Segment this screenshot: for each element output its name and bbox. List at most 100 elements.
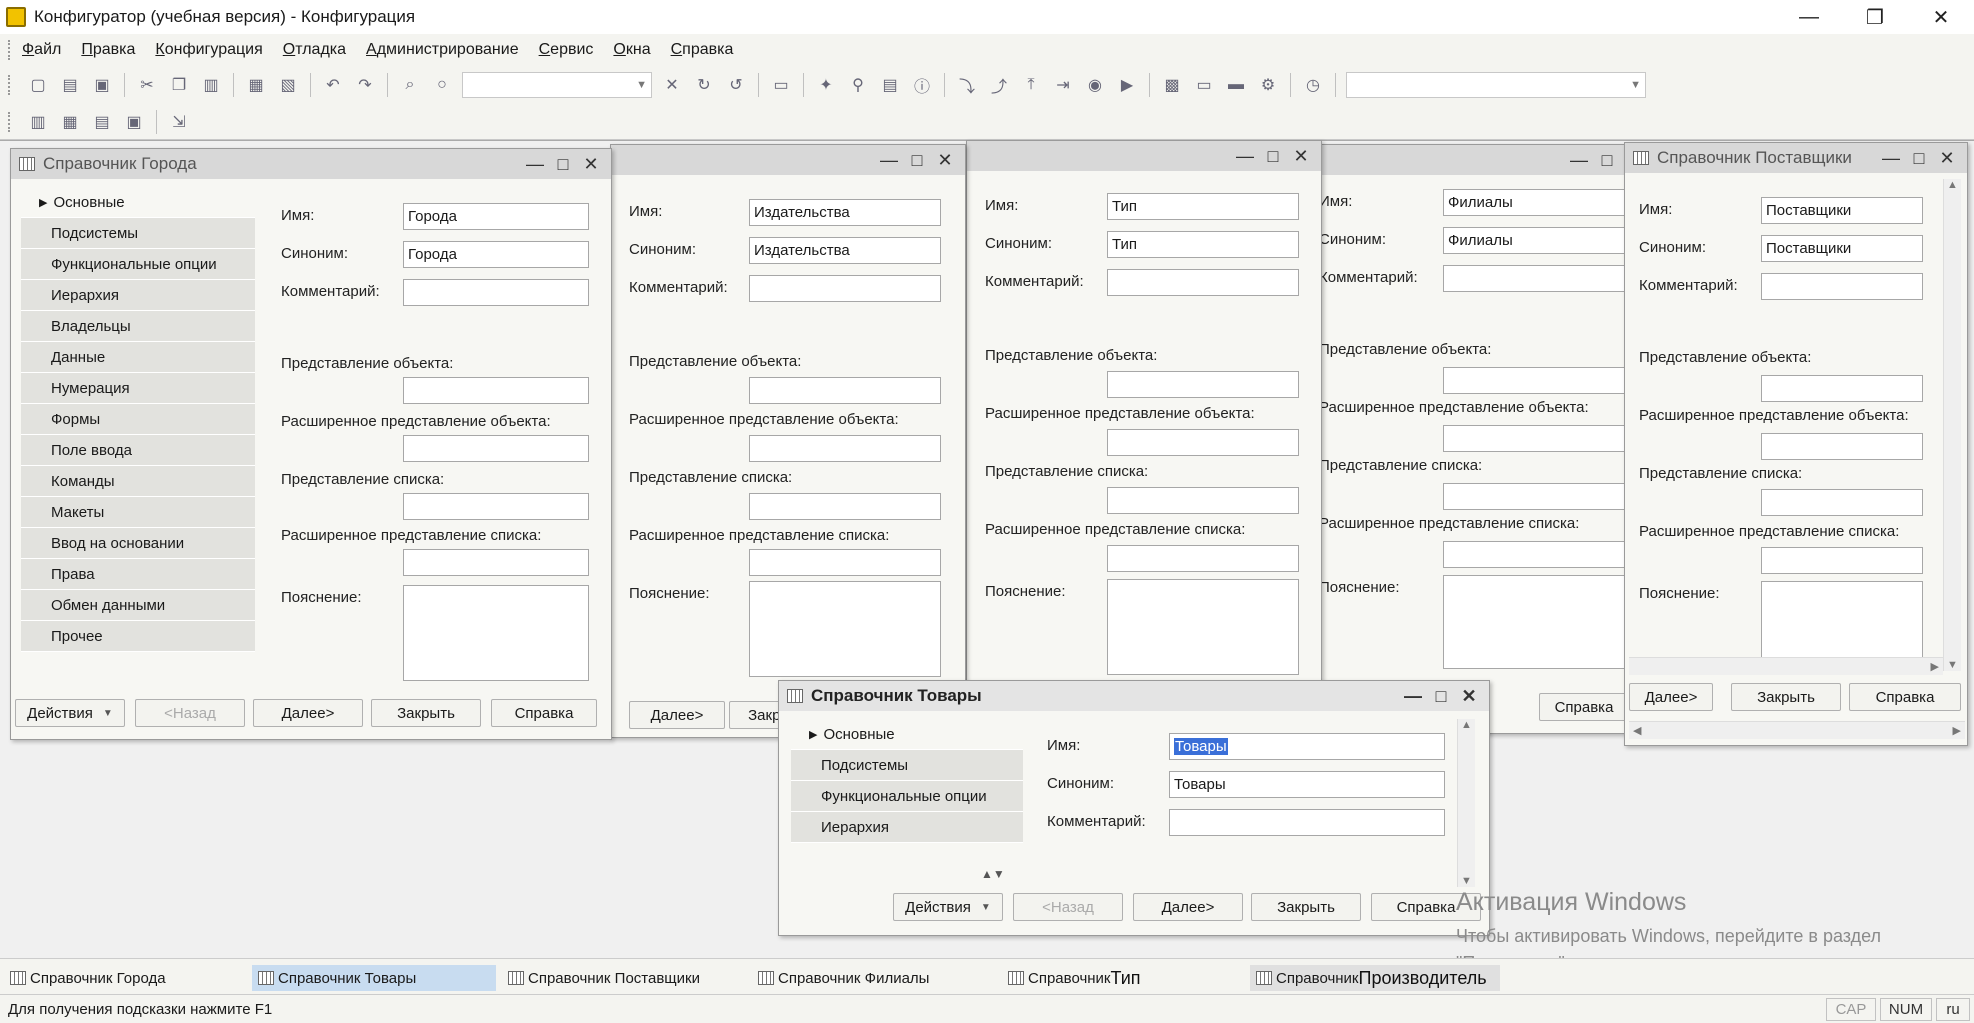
ext-list-repr-field[interactable] (1443, 541, 1627, 568)
next-button[interactable]: Далее> (629, 701, 725, 729)
explanation-field[interactable] (1107, 579, 1299, 675)
ext-list-repr-field[interactable] (749, 549, 941, 576)
menu-administration[interactable]: Администрирование (366, 41, 519, 59)
window-goroda[interactable]: Справочник Города —□✕ Основные Подсистем… (10, 148, 612, 740)
sidebar-item-functional-options[interactable]: Функциональные опции (791, 781, 1023, 812)
maximize-icon[interactable]: □ (903, 150, 931, 171)
minimize-icon[interactable]: — (521, 154, 549, 175)
task-filialy[interactable]: Справочник Филиалы (752, 965, 996, 991)
config-icon[interactable]: ▥ (27, 111, 49, 133)
sidebar-item-input-based-on[interactable]: Ввод на основании (21, 528, 255, 559)
list-repr-field[interactable] (749, 493, 941, 520)
sidebar-item-rights[interactable]: Права (21, 559, 255, 590)
undo-icon[interactable]: ↶ (322, 74, 344, 96)
close-button[interactable]: Закрыть (1251, 893, 1361, 921)
close-icon[interactable]: ✕ (577, 154, 605, 175)
name-field[interactable]: Тип (1107, 193, 1299, 220)
close-button[interactable]: Закрыть (1731, 683, 1841, 711)
maximize-icon[interactable]: □ (1427, 686, 1455, 707)
actions-button[interactable]: Действия ▼ (15, 699, 125, 727)
next-button[interactable]: Далее> (253, 699, 363, 727)
obj-repr-field[interactable] (1443, 367, 1627, 394)
scroll-up-icon[interactable]: ▲ (1947, 179, 1958, 191)
list-repr-field[interactable] (1761, 489, 1923, 516)
close-icon[interactable]: ✕ (1287, 146, 1315, 167)
next-button[interactable]: Далее> (1629, 683, 1713, 711)
window-icon[interactable]: ▭ (770, 74, 792, 96)
task-proizvoditel[interactable]: Справочник Производитель (1250, 965, 1500, 991)
window-filialy[interactable]: — □ Имя: Филиалы Синоним: Филиалы Коммент… (1318, 144, 1628, 734)
ext-obj-repr-field[interactable] (1761, 433, 1923, 460)
ext-obj-repr-field[interactable] (1107, 429, 1299, 456)
open-folder-icon[interactable]: ▤ (59, 74, 81, 96)
menu-configuration[interactable]: Конфигурация (155, 41, 262, 59)
minimize-icon[interactable]: — (1231, 146, 1259, 167)
breakpoint-icon[interactable]: ◉ (1084, 74, 1106, 96)
actions-button[interactable]: Действия ▼ (893, 893, 1003, 921)
vertical-scrollbar[interactable]: ▲ ▼ (1943, 179, 1961, 671)
help-button[interactable]: Справка (1539, 693, 1627, 721)
template-icon[interactable]: ▤ (879, 74, 901, 96)
window-tip[interactable]: — □ ✕ Имя: Тип Синоним: Тип Комментарий: П… (966, 140, 1322, 734)
next-button[interactable]: Далее> (1133, 893, 1243, 921)
scroll-down-icon[interactable]: ▼ (1947, 659, 1958, 671)
obj-repr-field[interactable] (1761, 375, 1923, 402)
step-out-icon[interactable]: ⤒ (1020, 74, 1042, 96)
menu-debug[interactable]: Отладка (283, 41, 346, 59)
sidebar-item-input-field[interactable]: Поле ввода (21, 435, 255, 466)
copy-icon[interactable]: ❐ (168, 74, 190, 96)
step-into-icon[interactable]: ⤵ (956, 74, 978, 96)
paste-icon[interactable]: ▥ (200, 74, 222, 96)
clear-search-icon[interactable]: ✕ (661, 74, 683, 96)
task-postavshiki[interactable]: Справочник Поставщики (502, 965, 746, 991)
redo-icon[interactable]: ↷ (354, 74, 376, 96)
minimize-icon[interactable]: — (1877, 148, 1905, 169)
back-button[interactable]: <Назад (1013, 893, 1123, 921)
sidebar-item-layouts[interactable]: Макеты (21, 497, 255, 528)
language-indicator[interactable]: ru (1936, 998, 1970, 1021)
synonym-field[interactable]: Издательства (749, 237, 941, 264)
ext-list-repr-field[interactable] (1761, 547, 1923, 574)
scroll-down-icon[interactable]: ▼ (1461, 875, 1472, 887)
step-over-icon[interactable]: ⤴ (988, 74, 1010, 96)
help-button[interactable]: Справка (1849, 683, 1961, 711)
window-tovary[interactable]: Справочник Товары —□✕ Основные Подсистем… (778, 680, 1490, 936)
export-icon[interactable]: ⇲ (168, 111, 190, 133)
close-icon[interactable]: ✕ (1933, 148, 1961, 169)
syntax-helper-icon[interactable]: ⚲ (847, 74, 869, 96)
comment-field[interactable] (1761, 273, 1923, 300)
synonym-field[interactable]: Товары (1169, 771, 1445, 798)
synonym-field[interactable]: Филиалы (1443, 227, 1627, 254)
wizard-icon[interactable]: ✦ (815, 74, 837, 96)
vertical-scrollbar[interactable]: ▲ ▼ (1457, 719, 1475, 887)
obj-repr-field[interactable] (403, 377, 589, 404)
find-icon[interactable]: ⌕ (399, 74, 421, 96)
search-icon[interactable]: ○ (431, 74, 453, 96)
explanation-field[interactable] (403, 585, 589, 681)
sidebar-item-forms[interactable]: Формы (21, 404, 255, 435)
layout-icon[interactable]: ▬ (1225, 74, 1247, 96)
sidebar-item-subsystems[interactable]: Подсистемы (21, 218, 255, 249)
sidebar-item-numbering[interactable]: Нумерация (21, 373, 255, 404)
table-icon[interactable]: ▣ (123, 111, 145, 133)
new-file-icon[interactable]: ▢ (27, 74, 49, 96)
ext-list-repr-field[interactable] (403, 549, 589, 576)
ext-obj-repr-field[interactable] (403, 435, 589, 462)
close-button[interactable]: Закрыть (371, 699, 481, 727)
menu-edit[interactable]: Правка (81, 41, 135, 59)
minimize-icon[interactable]: — (1399, 686, 1427, 707)
name-field[interactable]: Филиалы (1443, 189, 1627, 216)
sidebar-item-owners[interactable]: Владельцы (21, 311, 255, 342)
run-to-cursor-icon[interactable]: ⇥ (1052, 74, 1074, 96)
settings-icon[interactable]: ⚙ (1257, 74, 1279, 96)
scroll-left-icon[interactable]: ◀ (1633, 724, 1641, 737)
form-icon[interactable]: ▭ (1193, 74, 1215, 96)
menu-help[interactable]: Справка (671, 41, 734, 59)
print-preview-icon[interactable]: ▧ (277, 74, 299, 96)
ext-obj-repr-field[interactable] (749, 435, 941, 462)
maximize-icon[interactable]: □ (549, 154, 577, 175)
window-izdatelstva[interactable]: — □ ✕ Имя: Издательства Синоним: Издательс… (610, 144, 966, 738)
maximize-icon[interactable]: □ (1259, 146, 1287, 167)
synonym-field[interactable]: Поставщики (1761, 235, 1923, 262)
save-icon[interactable]: ▣ (91, 74, 113, 96)
